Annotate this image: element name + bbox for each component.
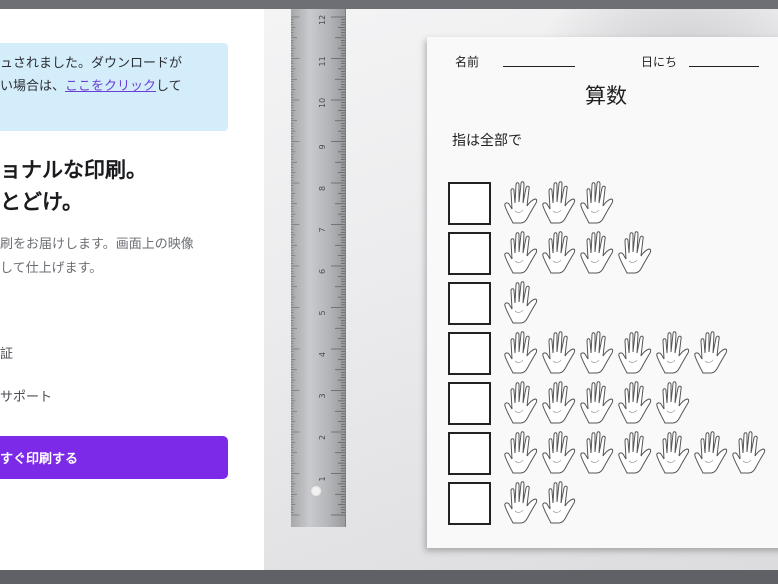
hand-outline-icon bbox=[540, 479, 578, 525]
hand-outline-icon bbox=[502, 329, 540, 375]
top-backdrop-strip bbox=[0, 0, 778, 9]
hand-outline-icon bbox=[578, 429, 616, 475]
hand-outline-icon bbox=[502, 379, 540, 425]
answer-box bbox=[448, 382, 491, 425]
feature-item-guarantee: 証 bbox=[0, 347, 14, 362]
answer-box bbox=[448, 432, 491, 475]
hand-outline-icon bbox=[540, 429, 578, 475]
hand-outline-icon bbox=[654, 429, 692, 475]
hand-outline-icon bbox=[654, 379, 692, 425]
print-now-button[interactable]: すぐ印刷する bbox=[0, 436, 228, 479]
worksheet-paper: 名前 日にち 算数 指は全部で bbox=[427, 37, 778, 548]
worksheet-instruction: 指は全部で bbox=[452, 133, 522, 149]
answer-box bbox=[448, 282, 491, 325]
hand-outline-icon bbox=[616, 429, 654, 475]
answer-box bbox=[448, 332, 491, 375]
ruler-number: 5 bbox=[318, 310, 327, 315]
hand-row bbox=[502, 429, 768, 475]
hand-outline-icon bbox=[730, 429, 768, 475]
print-modal: ュされました。ダウンロードが い場合は、ここをクリックして ョナルな印刷。 とど… bbox=[0, 9, 264, 570]
modal-heading: ョナルな印刷。 とどけ。 bbox=[0, 154, 147, 218]
hand-outline-icon bbox=[502, 429, 540, 475]
answer-box bbox=[448, 182, 491, 225]
hand-outline-icon bbox=[540, 229, 578, 275]
hand-outline-icon bbox=[578, 329, 616, 375]
ruler-number: 9 bbox=[318, 144, 327, 149]
answer-box bbox=[448, 482, 491, 525]
date-blank-line bbox=[689, 66, 759, 67]
ruler-image: 12 11 10 9 8 7 6 5 4 3 2 1 bbox=[291, 9, 346, 527]
worksheet-title: 算数 bbox=[585, 84, 627, 108]
ruler-number: 4 bbox=[318, 352, 327, 357]
print-now-label: すぐ印刷する bbox=[0, 452, 79, 467]
notice-line-2: い場合は、ここをクリックして bbox=[0, 75, 228, 98]
hand-row bbox=[502, 479, 578, 525]
ruler-number: 7 bbox=[318, 227, 327, 232]
notice-line-1: ュされました。ダウンロードが bbox=[0, 56, 183, 71]
ruler-number: 10 bbox=[318, 98, 327, 108]
hand-outline-icon bbox=[578, 379, 616, 425]
hand-outline-icon bbox=[578, 229, 616, 275]
hand-outline-icon bbox=[616, 229, 654, 275]
hand-row bbox=[502, 379, 692, 425]
ruler-hole bbox=[310, 485, 322, 497]
description-line-2: して仕上げます。 bbox=[0, 261, 103, 276]
description-line-1: 刷をお届けします。画面上の映像 bbox=[0, 237, 194, 252]
hand-outline-icon bbox=[502, 279, 540, 325]
hand-outline-icon bbox=[502, 179, 540, 225]
ruler-number: 8 bbox=[318, 186, 327, 191]
notice-text-suffix: して bbox=[156, 79, 182, 94]
hand-outline-icon bbox=[692, 429, 730, 475]
ruler-number: 11 bbox=[318, 56, 327, 66]
bottom-backdrop-strip bbox=[0, 570, 778, 584]
ruler-number: 6 bbox=[318, 269, 327, 274]
ruler-number: 3 bbox=[318, 393, 327, 398]
heading-line-1: ョナルな印刷。 bbox=[0, 158, 147, 182]
hand-outline-icon bbox=[692, 329, 730, 375]
modal-description: 刷をお届けします。画面上の映像 して仕上げます。 bbox=[0, 233, 194, 281]
click-here-link[interactable]: ここをクリック bbox=[65, 79, 156, 94]
product-preview-photo: 12 11 10 9 8 7 6 5 4 3 2 1 名前 日にち 算数 指は全部で bbox=[264, 9, 778, 570]
answer-box bbox=[448, 232, 491, 275]
hand-row bbox=[502, 229, 654, 275]
ruler-number: 2 bbox=[318, 435, 327, 440]
feature-item-support: サポート bbox=[0, 390, 53, 405]
ruler-markings: 12 11 10 9 8 7 6 5 4 3 2 1 bbox=[291, 15, 345, 516]
name-blank-line bbox=[503, 66, 575, 67]
date-label: 日にち bbox=[641, 55, 678, 69]
hand-row bbox=[502, 179, 616, 225]
hand-outline-icon bbox=[654, 329, 692, 375]
hand-row bbox=[502, 329, 730, 375]
hand-outline-icon bbox=[616, 329, 654, 375]
name-label: 名前 bbox=[455, 55, 480, 69]
hand-outline-icon bbox=[540, 329, 578, 375]
hand-row bbox=[502, 279, 540, 325]
hand-outline-icon bbox=[540, 179, 578, 225]
ruler-number: 1 bbox=[318, 476, 327, 481]
notice-text: い場合は、 bbox=[0, 79, 66, 94]
hand-outline-icon bbox=[502, 229, 540, 275]
hand-outline-icon bbox=[540, 379, 578, 425]
hand-outline-icon bbox=[616, 379, 654, 425]
download-notice: ュされました。ダウンロードが い場合は、ここをクリックして bbox=[0, 43, 228, 131]
hand-outline-icon bbox=[502, 479, 540, 525]
heading-line-2: とどけ。 bbox=[0, 190, 83, 214]
ruler-number: 12 bbox=[318, 15, 327, 25]
hand-outline-icon bbox=[578, 179, 616, 225]
